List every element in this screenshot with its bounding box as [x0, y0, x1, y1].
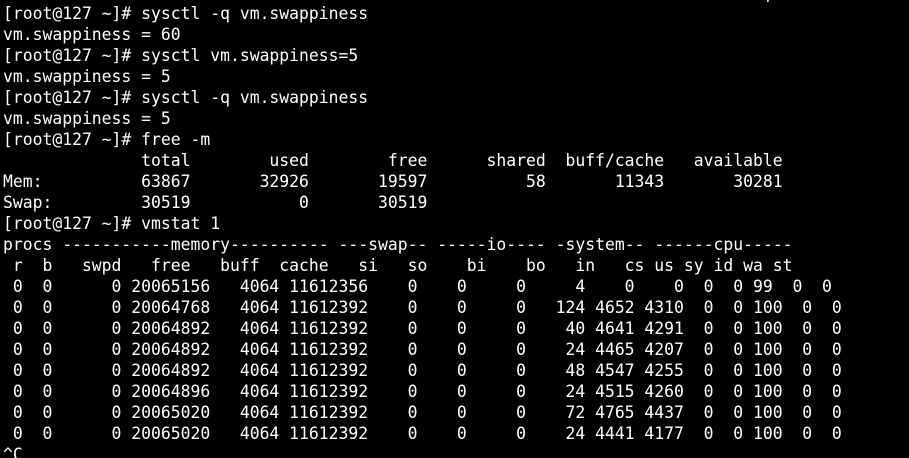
vmstat-row: 0 0 0 20064892 4064 11612392 0 0 0 40 46… — [3, 319, 842, 338]
terminal-line-prompt-sysctl-set: [root@127 ~]# sysctl vm.swappiness=5 — [3, 46, 359, 65]
terminal-output: [root@127 ~]# sysctl -q vm.swappiness vm… — [3, 3, 842, 458]
vmstat-row: 0 0 0 20064892 4064 11612392 0 0 0 48 45… — [3, 361, 842, 380]
vmstat-row: 0 0 0 20064768 4064 11612392 0 0 0 124 4… — [3, 298, 842, 317]
terminal-line-swappiness-result: vm.swappiness = 60 — [3, 25, 181, 44]
free-table-row-mem: Mem: 63867 32926 19597 58 11343 30281 — [3, 172, 783, 191]
terminal-window[interactable]: ’, [root@127 ~]# sysctl -q vm.swappiness… — [0, 0, 909, 458]
vmstat-group-header: procs -----------memory---------- ---swa… — [3, 235, 793, 254]
vmstat-column-header: r b swpd free buff cache si so bi bo in … — [3, 256, 793, 275]
free-table-header: total used free shared buff/cache availa… — [3, 151, 783, 170]
terminal-line-prompt-vmstat: [root@127 ~]# vmstat 1 — [3, 214, 221, 233]
terminal-line-interrupt: ^C — [3, 445, 23, 458]
terminal-line-prompt-sysctl-query: [root@127 ~]# sysctl -q vm.swappiness — [3, 4, 369, 23]
clipped-previous-output: ’, — [757, 0, 787, 2]
vmstat-row: 0 0 0 20065020 4064 11612392 0 0 0 72 47… — [3, 403, 842, 422]
vmstat-row: 0 0 0 20065156 4064 11612356 0 0 0 4 0 0… — [3, 277, 832, 296]
vmstat-row: 0 0 0 20064896 4064 11612392 0 0 0 24 45… — [3, 382, 842, 401]
free-table-row-swap: Swap: 30519 0 30519 — [3, 193, 428, 212]
vmstat-row: 0 0 0 20064892 4064 11612392 0 0 0 24 44… — [3, 340, 842, 359]
terminal-line-swappiness-result: vm.swappiness = 5 — [3, 67, 171, 86]
terminal-line-prompt-sysctl-query: [root@127 ~]# sysctl -q vm.swappiness — [3, 88, 369, 107]
vmstat-row: 0 0 0 20065020 4064 11612392 0 0 0 24 44… — [3, 424, 842, 443]
terminal-line-swappiness-result: vm.swappiness = 5 — [3, 109, 171, 128]
terminal-line-prompt-free: [root@127 ~]# free -m — [3, 130, 211, 149]
